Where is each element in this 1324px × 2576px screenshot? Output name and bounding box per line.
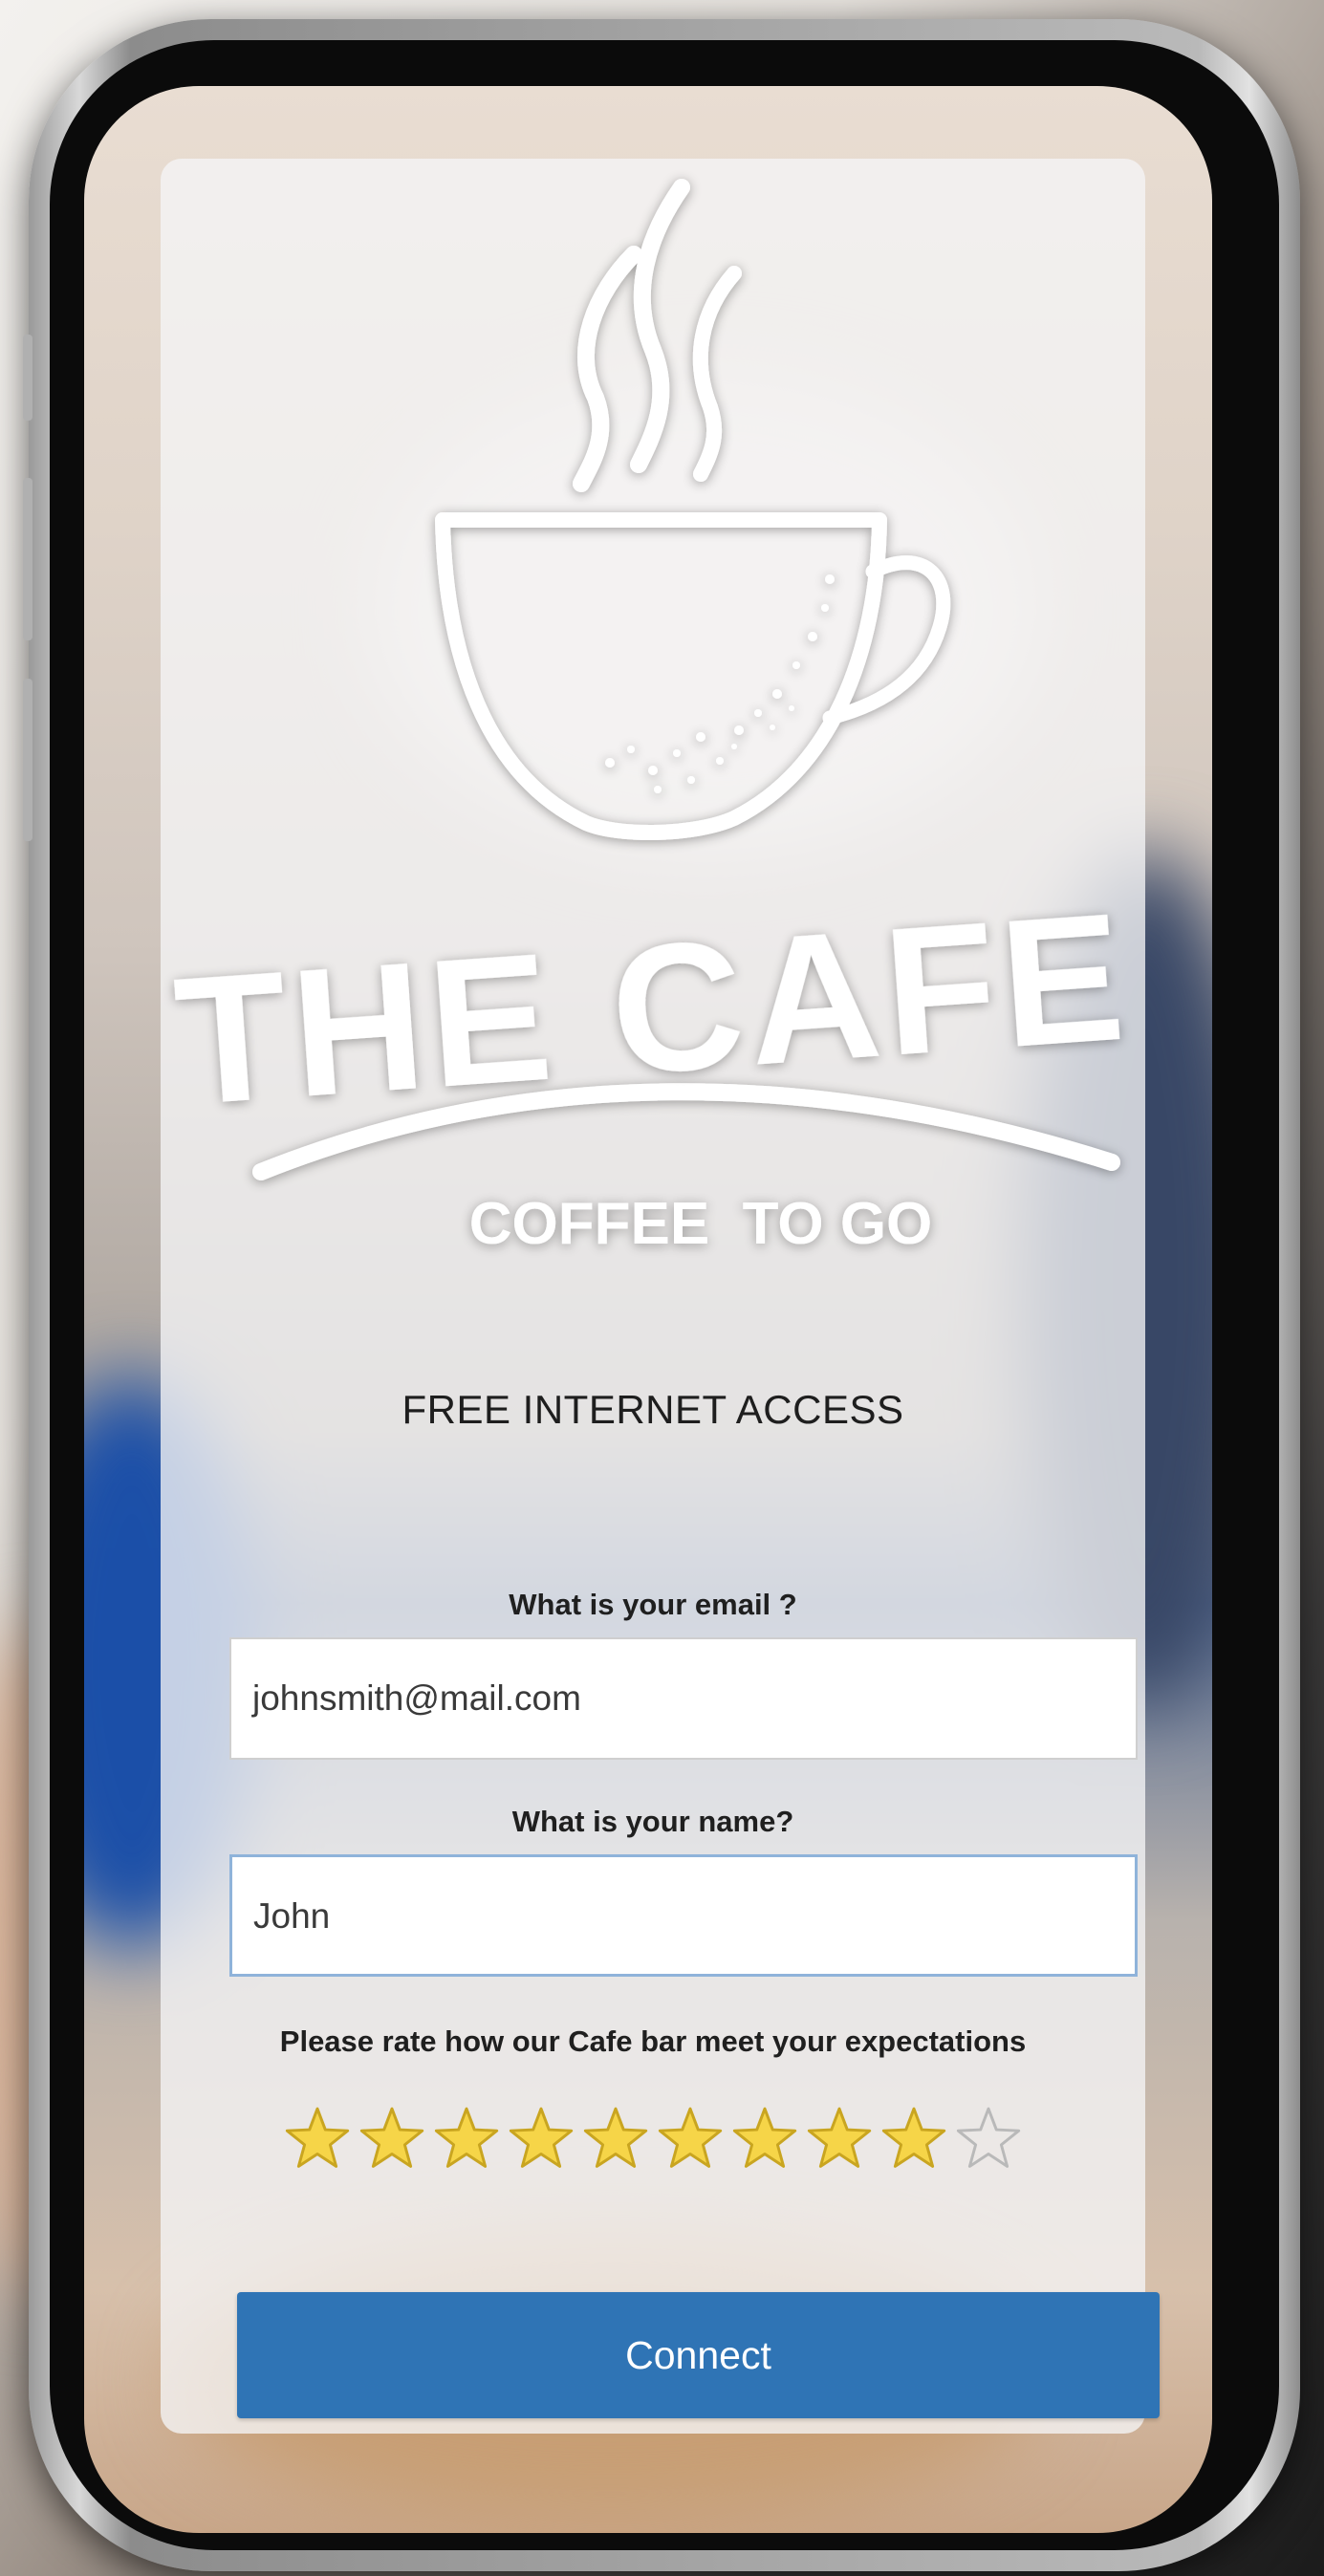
rating-label: Please rate how our Cafe bar meet your e… (279, 2024, 1027, 2058)
name-label: What is your name? (511, 1805, 794, 1838)
cafe-logo: THE CAFE COFFEE TO GO (169, 179, 1135, 1257)
brand-tagline: COFFEE TO GO (469, 1191, 933, 1257)
star-filled-icon[interactable] (357, 2104, 427, 2175)
star-filled-icon[interactable] (804, 2104, 875, 2175)
star-filled-icon[interactable] (580, 2104, 651, 2175)
steam-icon (573, 246, 642, 492)
star-filled-icon[interactable] (431, 2104, 502, 2175)
phone-screen: THE CAFE COFFEE TO GO FREE INTERNET ACCE… (84, 86, 1212, 2533)
page-heading: FREE INTERNET ACCESS (402, 1387, 904, 1432)
name-field[interactable]: John (229, 1854, 1138, 1977)
star-filled-icon[interactable] (729, 2104, 800, 2175)
star-empty-icon[interactable] (953, 2104, 1024, 2175)
login-card: THE CAFE COFFEE TO GO FREE INTERNET ACCE… (161, 159, 1160, 2434)
email-field[interactable]: johnsmith@mail.com (229, 1637, 1138, 1760)
star-filled-icon[interactable] (655, 2104, 726, 2175)
coffee-cup-icon (435, 512, 887, 841)
star-filled-icon[interactable] (282, 2104, 353, 2175)
email-label: What is your email ? (509, 1588, 797, 1621)
star-filled-icon[interactable] (879, 2104, 949, 2175)
connect-button[interactable]: Connect (237, 2292, 1160, 2418)
brand-title: THE CAFE (169, 875, 1135, 1143)
star-rating[interactable] (161, 2104, 1145, 2175)
star-filled-icon[interactable] (506, 2104, 576, 2175)
